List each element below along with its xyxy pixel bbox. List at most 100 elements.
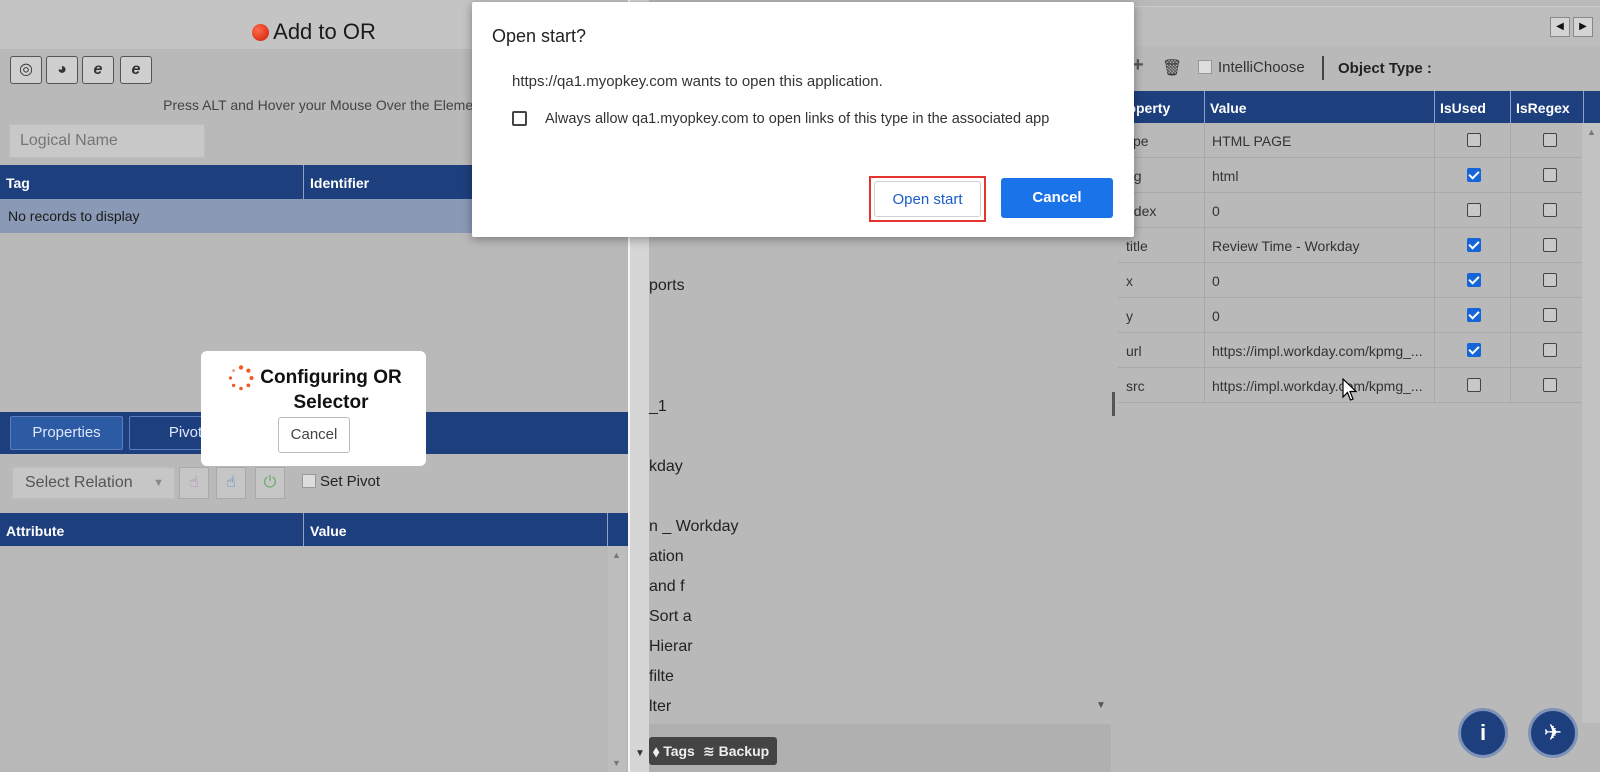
isused-checkbox[interactable] [1467,273,1481,287]
mouse-cursor-icon [1342,378,1358,401]
isused-checkbox[interactable] [1467,378,1481,392]
backup-button[interactable]: ≋ Backup [695,737,778,765]
tree-item[interactable]: n _ Workday [649,518,739,536]
intellichoose-checkbox[interactable]: IntelliChoose [1198,59,1305,76]
property-name: src [1126,378,1145,394]
isregex-checkbox[interactable] [1543,273,1557,287]
table-row[interactable]: y0 [1118,298,1584,333]
isused-checkbox[interactable] [1467,308,1481,322]
set-pivot-checkbox[interactable]: Set Pivot [302,473,380,490]
tree-item[interactable]: ports [649,277,685,295]
isregex-checkbox[interactable] [1543,168,1557,182]
ie-button[interactable]: e [82,56,114,84]
dialog-cancel-button[interactable]: Cancel [1001,178,1113,218]
pointer-blue-icon[interactable]: ☝ [216,467,246,499]
scroll-down-icon[interactable]: ▼ [1096,700,1106,711]
firefox-button[interactable]: ◕ [46,56,78,84]
property-name: x [1126,273,1133,289]
chrome-icon: ◎ [19,61,33,78]
scroll-down-icon: ▼ [635,748,645,759]
isregex-checkbox[interactable] [1543,378,1557,392]
power-green-icon[interactable]: ⏻ [255,467,285,499]
isregex-checkbox[interactable] [1543,238,1557,252]
table-row[interactable]: ype HTML PAGE [1118,123,1584,158]
isregex-checkbox[interactable] [1543,308,1557,322]
layers-icon: ≋ [703,743,719,759]
attribute-scrollbar[interactable]: ▲ ▼ [608,546,626,772]
tab-properties[interactable]: Properties [10,416,123,450]
relation-row: Select Relation ▼ ☝ ☝ ⏻ Set Pivot [0,463,628,503]
airplane-icon: ✈ [1543,720,1563,745]
chrome-button[interactable]: ◎ [10,56,42,84]
property-value: 0 [1212,203,1220,219]
col-identifier: Identifier [310,175,370,191]
nav-right-button[interactable]: ▶ [1573,17,1593,37]
col-attribute: Attribute [6,523,65,539]
logical-name-input[interactable] [9,124,205,158]
dialog-message: https://qa1.myopkey.com wants to open th… [512,73,883,90]
tree-item[interactable]: filte [649,668,674,686]
loading-text: Configuring OR Selector [260,367,402,413]
nav-left-button[interactable]: ◀ [1550,17,1570,37]
isused-checkbox[interactable] [1467,168,1481,182]
open-start-highlight: Open start [869,176,986,222]
info-button[interactable]: i [1458,708,1508,758]
attribute-grid-body: ▲ ▼ [0,546,628,772]
edge-icon: e [131,61,141,78]
col-value: Value [310,523,347,539]
isused-checkbox[interactable] [1467,238,1481,252]
isused-checkbox[interactable] [1467,343,1481,357]
ie-icon: e [93,61,103,78]
tree-item[interactable]: _1 [649,398,667,416]
property-value: 0 [1212,273,1220,289]
dialog-title: Open start? [492,26,587,46]
tree-item[interactable]: Sort a [649,608,692,626]
property-value: html [1212,168,1239,184]
properties-toolbar: + 🗑 IntelliChoose Object Type : [1118,50,1600,86]
tree-item[interactable]: and f [649,578,685,596]
isregex-checkbox[interactable] [1543,133,1557,147]
configuring-dialog: Configuring OR Selector Cancel [201,351,426,466]
edge-button[interactable]: e [120,56,152,84]
property-name: url [1126,343,1142,359]
col-tag: Tag [6,175,30,191]
col-value: Value [1210,100,1247,116]
table-row[interactable]: title Review Time - Workday [1118,228,1584,263]
open-app-dialog: Open start? https://qa1.myopkey.com want… [472,2,1134,237]
tree-bottom-bar: ⬧ Tags ≋ Backup [649,724,1111,772]
isregex-checkbox[interactable] [1543,203,1557,217]
info-icon: i [1479,720,1487,745]
record-dot-icon [252,24,270,41]
properties-scrollbar[interactable]: ▲ [1582,123,1600,723]
trash-icon[interactable]: 🗑 [1162,58,1182,78]
resize-handle[interactable] [1112,392,1115,416]
loading-cancel-button[interactable]: Cancel [278,417,350,453]
firefox-icon: ◕ [57,61,67,78]
table-row[interactable]: x0 [1118,263,1584,298]
table-row[interactable]: ndex 0 [1118,193,1584,228]
properties-grid-header: roperty Value IsUsed IsRegex [1118,91,1600,123]
right-panel-header: ◀ ▶ [1118,6,1600,46]
table-row[interactable]: url https://impl.workday.com/kpmg_... [1118,333,1584,368]
pointer-pink-icon[interactable]: ☝ [179,467,209,499]
always-allow-checkbox[interactable]: Always allow qa1.myopkey.com to open lin… [512,111,1049,127]
tree-item[interactable]: Hierar [649,638,693,656]
col-isused: IsUsed [1440,100,1486,116]
isused-checkbox[interactable] [1467,133,1481,147]
tree-item[interactable]: ation [649,548,684,566]
flight-button[interactable]: ✈ [1528,708,1578,758]
property-name: title [1126,238,1148,254]
isused-checkbox[interactable] [1467,203,1481,217]
open-start-button[interactable]: Open start [874,181,981,217]
select-relation-dropdown[interactable]: Select Relation ▼ [12,467,175,499]
tree-item[interactable]: kday [649,458,683,476]
property-value: HTML PAGE [1212,133,1292,149]
scroll-up-icon: ▲ [1587,127,1596,137]
property-name: y [1126,308,1133,324]
tree-item[interactable]: lter [649,698,671,716]
table-row[interactable]: aghtml [1118,158,1584,193]
tag-icon: ⬧ [653,743,664,759]
isregex-checkbox[interactable] [1543,343,1557,357]
property-value: https://impl.workday.com/kpmg_... [1212,343,1423,359]
scroll-up-icon: ▲ [612,550,621,560]
